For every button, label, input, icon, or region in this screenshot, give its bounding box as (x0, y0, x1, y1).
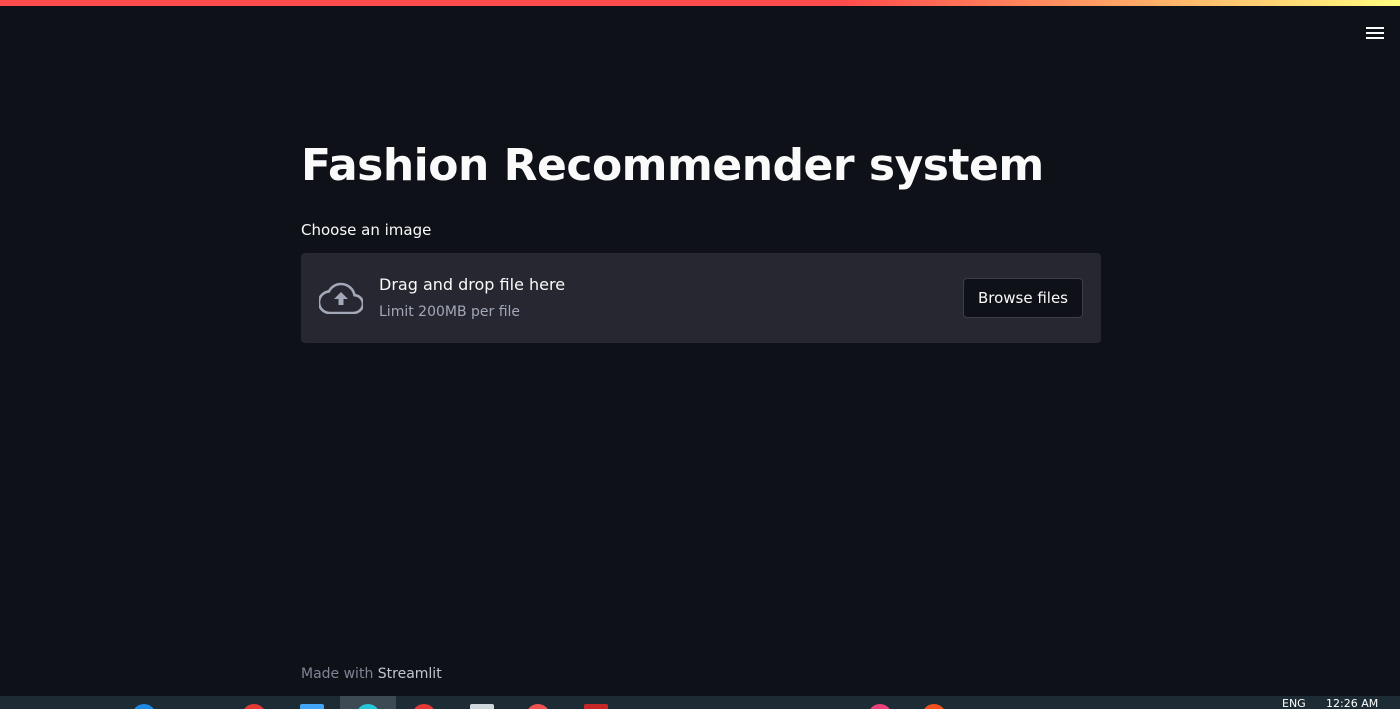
streamlit-app: Fashion Recommender system Choose an ima… (0, 0, 1400, 709)
menu-line (1366, 27, 1384, 29)
footer: Made with Streamlit (301, 664, 442, 684)
menu-line (1366, 32, 1384, 34)
file-dropzone[interactable]: Drag and drop file here Limit 200MB per … (301, 253, 1101, 343)
file-limit-text: Limit 200MB per file (379, 304, 521, 320)
main-content: Fashion Recommender system Choose an ima… (301, 130, 1101, 343)
page-title: Fashion Recommender system (301, 140, 1044, 191)
hamburger-menu-icon[interactable] (1364, 22, 1386, 44)
taskbar-app-icon[interactable] (412, 704, 436, 709)
file-uploader-label: Choose an image (301, 221, 432, 239)
dropzone-instructions: Drag and drop file here Limit 200MB per … (379, 273, 565, 321)
language-indicator[interactable]: ENG (1282, 698, 1306, 709)
cloud-upload-icon (319, 282, 363, 314)
taskbar-app-icon[interactable] (868, 704, 892, 709)
top-decoration-bar (0, 0, 1400, 6)
taskbar-app-icon[interactable] (242, 704, 266, 709)
taskbar-app-icon[interactable] (300, 704, 324, 709)
taskbar-app-icon[interactable] (584, 704, 608, 709)
clock-time[interactable]: 12:26 AM (1326, 698, 1378, 709)
streamlit-link[interactable]: Streamlit (378, 666, 442, 682)
taskbar-app-icon[interactable] (526, 704, 550, 709)
taskbar-app-icon[interactable] (922, 704, 946, 709)
menu-line (1366, 37, 1384, 39)
os-taskbar: ENG 12:26 AM (0, 696, 1400, 709)
taskbar-app-icon[interactable] (132, 704, 156, 709)
footer-prefix: Made with (301, 666, 374, 682)
taskbar-app-icon[interactable] (470, 704, 494, 709)
browse-files-button[interactable]: Browse files (962, 278, 1083, 318)
drag-drop-text: Drag and drop file here (379, 275, 566, 294)
